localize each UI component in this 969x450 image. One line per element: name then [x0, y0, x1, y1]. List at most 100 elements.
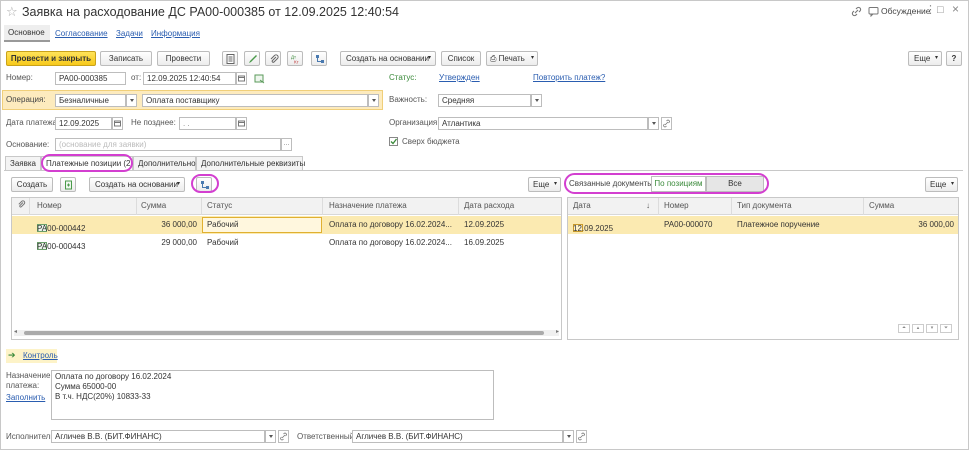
more-dots-icon[interactable]: ⋮ [925, 4, 936, 16]
responsible-label: Ответственный: [297, 432, 357, 441]
from-label: от: [131, 73, 142, 82]
table-row[interactable]: 12.09.2025 РА00-000070 Платежное поручен… [568, 216, 958, 234]
create-based-position-button[interactable]: Создать на основании ▾ [89, 177, 185, 192]
window-title: Заявка на расходование ДС РА00-000385 от… [22, 5, 399, 19]
not-later-calendar-icon[interactable] [236, 117, 247, 130]
nav-tab-main[interactable]: Основное [4, 25, 50, 42]
structure-icon[interactable] [311, 51, 327, 66]
scrollbar-thumb [24, 331, 544, 335]
col-doc-type: Тип документа [737, 201, 792, 210]
related-documents-table[interactable]: Дата ↓ Номер Тип документа Сумма 12.09.2… [567, 197, 959, 340]
edit-doc-icon[interactable] [244, 51, 260, 66]
table-header: Номер Сумма Статус Назначение платежа Да… [12, 198, 561, 215]
horizontal-scrollbar[interactable]: ◂ ▸ [14, 329, 559, 336]
post-and-close-button[interactable]: Провести и закрыть [6, 51, 96, 66]
create-position-button[interactable]: Создать [11, 177, 53, 192]
org-dropdown-icon[interactable] [648, 117, 659, 130]
executor-link-icon[interactable] [278, 430, 289, 443]
highlight-oval-structure [191, 174, 219, 193]
more-button[interactable]: Еще ▾ [908, 51, 942, 66]
nav-tab-tasks[interactable]: Задачи [116, 28, 143, 40]
org-label: Организация: [389, 118, 440, 127]
save-button[interactable]: Записать [100, 51, 152, 66]
tab-additional-details[interactable]: Дополнительные реквизиты [196, 156, 305, 170]
attachment-icon[interactable] [265, 51, 281, 66]
tab-request[interactable]: Заявка [5, 156, 41, 170]
importance-label: Важность: [389, 95, 428, 104]
sort-down-icon: ↓ [646, 201, 650, 210]
scroll-up-icon: ▴ [912, 324, 924, 333]
dt-kt-icon[interactable]: Дт Кт [287, 51, 303, 66]
over-budget-checkbox[interactable] [389, 137, 398, 146]
col-date: Дата расхода [464, 201, 515, 210]
left-more-button[interactable]: Еще ▾ [528, 177, 561, 192]
org-open-link-icon[interactable] [661, 117, 672, 130]
executor-label: Исполнитель: [6, 432, 57, 441]
calendar-icon[interactable] [236, 72, 247, 85]
list-button[interactable]: Список [441, 51, 481, 66]
org-field[interactable]: Атлантика [438, 117, 648, 130]
table-row[interactable]: РА00-000442 36 000,00 Рабочий Оплата по … [12, 216, 561, 234]
col-number: Номер [37, 201, 62, 210]
highlight-oval-tab [41, 154, 133, 172]
importance-field[interactable]: Средняя [438, 94, 531, 107]
operation-dropdown-icon[interactable] [126, 94, 137, 107]
nav-tab-info[interactable]: Информация [151, 28, 200, 40]
status-link[interactable]: Утвержден [439, 72, 480, 84]
calc-doc-icon[interactable] [254, 73, 265, 86]
over-budget-label: Сверх бюджета [402, 137, 460, 146]
fill-link[interactable]: Заполнить [6, 392, 45, 404]
pay-date-calendar-icon[interactable] [112, 117, 123, 130]
table-row[interactable]: РА00-000443 29 000,00 Рабочий Оплата по … [12, 234, 561, 252]
executor-dropdown-icon[interactable] [265, 430, 276, 443]
col-purpose: Назначение платежа [329, 201, 407, 210]
printer-icon: ⎙ [490, 54, 497, 63]
operation-kind-field[interactable]: Оплата поставщику [142, 94, 368, 107]
arrow-right-icon: ➔ [8, 350, 16, 360]
grid-scroll-buttons[interactable]: ⏶ ▴ ▾ ⏷ [898, 324, 953, 333]
tab-additional[interactable]: Дополнительно [133, 156, 196, 170]
copy-doc-icon[interactable] [60, 177, 76, 192]
chat-icon[interactable] [868, 6, 879, 19]
close-icon[interactable]: × [952, 3, 959, 15]
responsible-link-icon[interactable] [576, 430, 587, 443]
col-status: Статус [207, 201, 233, 210]
operation-field[interactable]: Безналичные [55, 94, 126, 107]
col-number: Номер [664, 201, 689, 210]
repeat-payment-link[interactable]: Повторить платеж? [533, 72, 605, 84]
tabs-baseline [4, 170, 963, 171]
control-section[interactable]: ➔ Контроль [6, 349, 58, 363]
payment-positions-table[interactable]: Номер Сумма Статус Назначение платежа Да… [11, 197, 562, 340]
svg-text:Кт: Кт [294, 60, 299, 65]
favorite-star-icon[interactable]: ☆ [6, 4, 18, 20]
basis-select-icon[interactable]: ... [281, 138, 292, 151]
executor-field[interactable]: Агличев В.В. (БИТ.ФИНАНС) [51, 430, 265, 443]
post-button[interactable]: Провести [157, 51, 210, 66]
right-more-button[interactable]: Еще ▾ [925, 177, 958, 192]
pay-date-field[interactable]: 12.09.2025 [55, 117, 112, 130]
not-later-label: Не позднее: [131, 118, 176, 127]
report-icon[interactable] [222, 51, 238, 66]
maximize-icon[interactable]: □ [937, 4, 944, 16]
basis-field[interactable]: (основание для заявки) [55, 138, 281, 151]
not-later-field[interactable]: . . [179, 117, 236, 130]
link-icon[interactable] [851, 6, 862, 19]
scroll-bottom-icon: ⏷ [940, 324, 952, 333]
operation-kind-dropdown-icon[interactable] [368, 94, 379, 107]
date-field[interactable]: 12.09.2025 12:40:54 [143, 72, 236, 85]
number-field[interactable]: РА00-000385 [55, 72, 126, 85]
help-button[interactable]: ? [946, 51, 962, 66]
create-based-button[interactable]: Создать на основании ▾ [340, 51, 436, 66]
responsible-dropdown-icon[interactable] [563, 430, 574, 443]
importance-dropdown-icon[interactable] [531, 94, 542, 107]
purpose-textarea[interactable]: Оплата по договору 16.02.2024 Сумма 6500… [51, 370, 494, 420]
responsible-field[interactable]: Агличев В.В. (БИТ.ФИНАНС) [352, 430, 563, 443]
scroll-down-icon: ▾ [926, 324, 938, 333]
col-date: Дата [573, 201, 591, 210]
discussion-label[interactable]: Обсуждение [881, 5, 931, 17]
highlight-oval-related [564, 173, 769, 194]
col-sum: Сумма [869, 201, 895, 210]
nav-tab-approval[interactable]: Согласование [55, 28, 108, 40]
print-button[interactable]: ⎙ Печать ▾ [486, 51, 538, 66]
purpose-label-2: платежа: [6, 381, 40, 390]
